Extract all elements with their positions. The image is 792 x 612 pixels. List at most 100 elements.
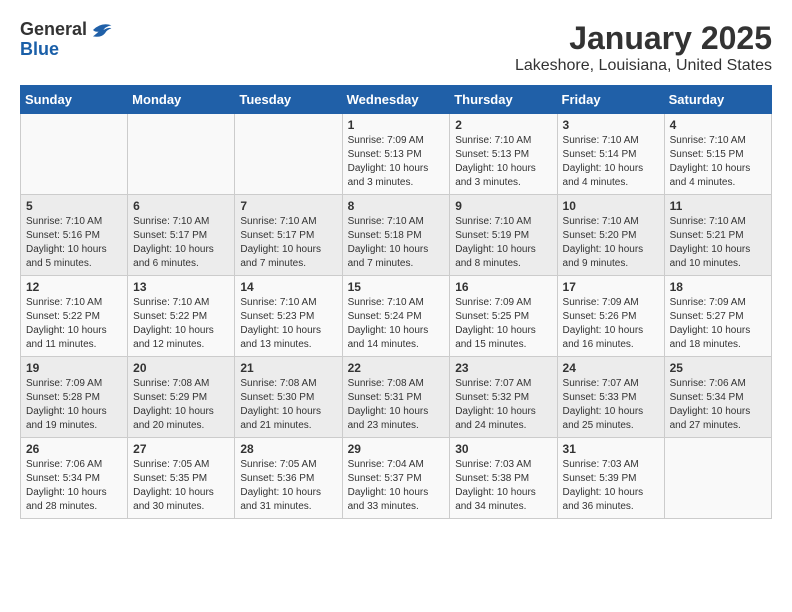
calendar-cell: 15 Sunrise: 7:10 AM Sunset: 5:24 PM Dayli… — [342, 276, 450, 357]
calendar-table: SundayMondayTuesdayWednesdayThursdayFrid… — [20, 85, 772, 519]
day-info: Sunrise: 7:10 AM Sunset: 5:13 PM Dayligh… — [455, 134, 551, 190]
day-number: 3 — [563, 118, 659, 132]
page-header: General Blue January 2025 Lakeshore, Lou… — [20, 20, 772, 75]
day-info: Sunrise: 7:10 AM Sunset: 5:19 PM Dayligh… — [455, 215, 551, 271]
weekday-header: Friday — [557, 86, 664, 114]
calendar-location: Lakeshore, Louisiana, United States — [515, 57, 772, 75]
day-info: Sunrise: 7:08 AM Sunset: 5:29 PM Dayligh… — [133, 377, 229, 433]
weekday-header-row: SundayMondayTuesdayWednesdayThursdayFrid… — [21, 86, 772, 114]
day-info: Sunrise: 7:09 AM Sunset: 5:26 PM Dayligh… — [563, 296, 659, 352]
day-number: 17 — [563, 280, 659, 294]
day-info: Sunrise: 7:10 AM Sunset: 5:22 PM Dayligh… — [133, 296, 229, 352]
day-info: Sunrise: 7:10 AM Sunset: 5:14 PM Dayligh… — [563, 134, 659, 190]
day-number: 1 — [348, 118, 445, 132]
day-info: Sunrise: 7:10 AM Sunset: 5:24 PM Dayligh… — [348, 296, 445, 352]
day-number: 31 — [563, 442, 659, 456]
calendar-cell: 25 Sunrise: 7:06 AM Sunset: 5:34 PM Dayli… — [664, 357, 771, 438]
calendar-cell: 17 Sunrise: 7:09 AM Sunset: 5:26 PM Dayli… — [557, 276, 664, 357]
logo: General Blue — [20, 20, 113, 60]
calendar-cell — [664, 438, 771, 519]
calendar-cell: 28 Sunrise: 7:05 AM Sunset: 5:36 PM Dayli… — [235, 438, 342, 519]
calendar-cell: 4 Sunrise: 7:10 AM Sunset: 5:15 PM Daylig… — [664, 114, 771, 195]
calendar-cell — [21, 114, 128, 195]
calendar-cell: 1 Sunrise: 7:09 AM Sunset: 5:13 PM Daylig… — [342, 114, 450, 195]
day-number: 16 — [455, 280, 551, 294]
logo-general: General — [20, 20, 87, 40]
calendar-cell: 5 Sunrise: 7:10 AM Sunset: 5:16 PM Daylig… — [21, 195, 128, 276]
calendar-cell: 26 Sunrise: 7:06 AM Sunset: 5:34 PM Dayli… — [21, 438, 128, 519]
day-info: Sunrise: 7:10 AM Sunset: 5:15 PM Dayligh… — [670, 134, 766, 190]
day-number: 24 — [563, 361, 659, 375]
calendar-cell: 13 Sunrise: 7:10 AM Sunset: 5:22 PM Dayli… — [128, 276, 235, 357]
calendar-cell: 29Sunrise: 7:04 AM Sunset: 5:37 PM Dayli… — [342, 438, 450, 519]
calendar-cell: 20 Sunrise: 7:08 AM Sunset: 5:29 PM Dayli… — [128, 357, 235, 438]
day-number: 20 — [133, 361, 229, 375]
day-number: 25 — [670, 361, 766, 375]
day-info: Sunrise: 7:06 AM Sunset: 5:34 PM Dayligh… — [26, 458, 122, 514]
day-info: Sunrise: 7:09 AM Sunset: 5:27 PM Dayligh… — [670, 296, 766, 352]
day-info: Sunrise: 7:09 AM Sunset: 5:13 PM Dayligh… — [348, 134, 445, 190]
calendar-cell: 16 Sunrise: 7:09 AM Sunset: 5:25 PM Dayli… — [450, 276, 557, 357]
day-info: Sunrise: 7:09 AM Sunset: 5:28 PM Dayligh… — [26, 377, 122, 433]
day-number: 5 — [26, 199, 122, 213]
day-number: 12 — [26, 280, 122, 294]
day-number: 19 — [26, 361, 122, 375]
day-info: Sunrise: 7:05 AM Sunset: 5:36 PM Dayligh… — [240, 458, 336, 514]
calendar-cell: 24 Sunrise: 7:07 AM Sunset: 5:33 PM Dayli… — [557, 357, 664, 438]
weekday-header: Wednesday — [342, 86, 450, 114]
calendar-cell: 12Sunrise: 7:10 AM Sunset: 5:22 PM Dayli… — [21, 276, 128, 357]
day-number: 9 — [455, 199, 551, 213]
calendar-cell: 31 Sunrise: 7:03 AM Sunset: 5:39 PM Dayli… — [557, 438, 664, 519]
weekday-header: Thursday — [450, 86, 557, 114]
calendar-week-row: 12 Sunrise: 7:10 AM Sunset: 5:22 PM Dayli… — [21, 276, 772, 357]
calendar-cell: 30Sunrise: 7:03 AM Sunset: 5:38 PM Dayli… — [450, 438, 557, 519]
day-number: 28 — [240, 442, 336, 456]
day-number: 15 — [348, 280, 445, 294]
day-info: Sunrise: 7:03 AM Sunset: 5:38 PM Dayligh… — [455, 458, 551, 514]
day-info: Sunrise: 7:09 AM Sunset: 5:25 PM Dayligh… — [455, 296, 551, 352]
day-info: Sunrise: 7:10 AM Sunset: 5:16 PM Dayligh… — [26, 215, 122, 271]
day-number: 13 — [133, 280, 229, 294]
calendar-cell: 23Sunrise: 7:07 AM Sunset: 5:32 PM Dayli… — [450, 357, 557, 438]
day-number: 21 — [240, 361, 336, 375]
day-number: 26 — [26, 442, 122, 456]
weekday-header: Tuesday — [235, 86, 342, 114]
calendar-cell: 7 Sunrise: 7:10 AM Sunset: 5:17 PM Daylig… — [235, 195, 342, 276]
day-info: Sunrise: 7:10 AM Sunset: 5:17 PM Dayligh… — [240, 215, 336, 271]
day-number: 11 — [670, 199, 766, 213]
day-info: Sunrise: 7:08 AM Sunset: 5:30 PM Dayligh… — [240, 377, 336, 433]
calendar-week-row: 19 Sunrise: 7:09 AM Sunset: 5:28 PM Dayli… — [21, 357, 772, 438]
calendar-cell: 10Sunrise: 7:10 AM Sunset: 5:20 PM Dayli… — [557, 195, 664, 276]
day-number: 10 — [563, 199, 659, 213]
day-number: 23 — [455, 361, 551, 375]
day-number: 8 — [348, 199, 445, 213]
calendar-cell: 22Sunrise: 7:08 AM Sunset: 5:31 PM Dayli… — [342, 357, 450, 438]
day-info: Sunrise: 7:10 AM Sunset: 5:23 PM Dayligh… — [240, 296, 336, 352]
day-info: Sunrise: 7:10 AM Sunset: 5:18 PM Dayligh… — [348, 215, 445, 271]
day-number: 7 — [240, 199, 336, 213]
calendar-cell: 14 Sunrise: 7:10 AM Sunset: 5:23 PM Dayli… — [235, 276, 342, 357]
calendar-cell: 6Sunrise: 7:10 AM Sunset: 5:17 PM Daylig… — [128, 195, 235, 276]
day-info: Sunrise: 7:07 AM Sunset: 5:33 PM Dayligh… — [563, 377, 659, 433]
title-block: January 2025 Lakeshore, Louisiana, Unite… — [515, 20, 772, 75]
day-number: 2 — [455, 118, 551, 132]
day-info: Sunrise: 7:10 AM Sunset: 5:21 PM Dayligh… — [670, 215, 766, 271]
calendar-cell: 8 Sunrise: 7:10 AM Sunset: 5:18 PM Daylig… — [342, 195, 450, 276]
calendar-cell: 11 Sunrise: 7:10 AM Sunset: 5:21 PM Dayli… — [664, 195, 771, 276]
calendar-cell: 9 Sunrise: 7:10 AM Sunset: 5:19 PM Daylig… — [450, 195, 557, 276]
calendar-cell: 27 Sunrise: 7:05 AM Sunset: 5:35 PM Dayli… — [128, 438, 235, 519]
calendar-week-row: 26 Sunrise: 7:06 AM Sunset: 5:34 PM Dayli… — [21, 438, 772, 519]
day-info: Sunrise: 7:03 AM Sunset: 5:39 PM Dayligh… — [563, 458, 659, 514]
day-number: 4 — [670, 118, 766, 132]
weekday-header: Saturday — [664, 86, 771, 114]
day-info: Sunrise: 7:10 AM Sunset: 5:17 PM Dayligh… — [133, 215, 229, 271]
day-number: 22 — [348, 361, 445, 375]
day-number: 14 — [240, 280, 336, 294]
day-info: Sunrise: 7:05 AM Sunset: 5:35 PM Dayligh… — [133, 458, 229, 514]
calendar-cell — [128, 114, 235, 195]
calendar-week-row: 1 Sunrise: 7:09 AM Sunset: 5:13 PM Daylig… — [21, 114, 772, 195]
weekday-header: Monday — [128, 86, 235, 114]
day-number: 27 — [133, 442, 229, 456]
day-number: 29 — [348, 442, 445, 456]
day-info: Sunrise: 7:06 AM Sunset: 5:34 PM Dayligh… — [670, 377, 766, 433]
